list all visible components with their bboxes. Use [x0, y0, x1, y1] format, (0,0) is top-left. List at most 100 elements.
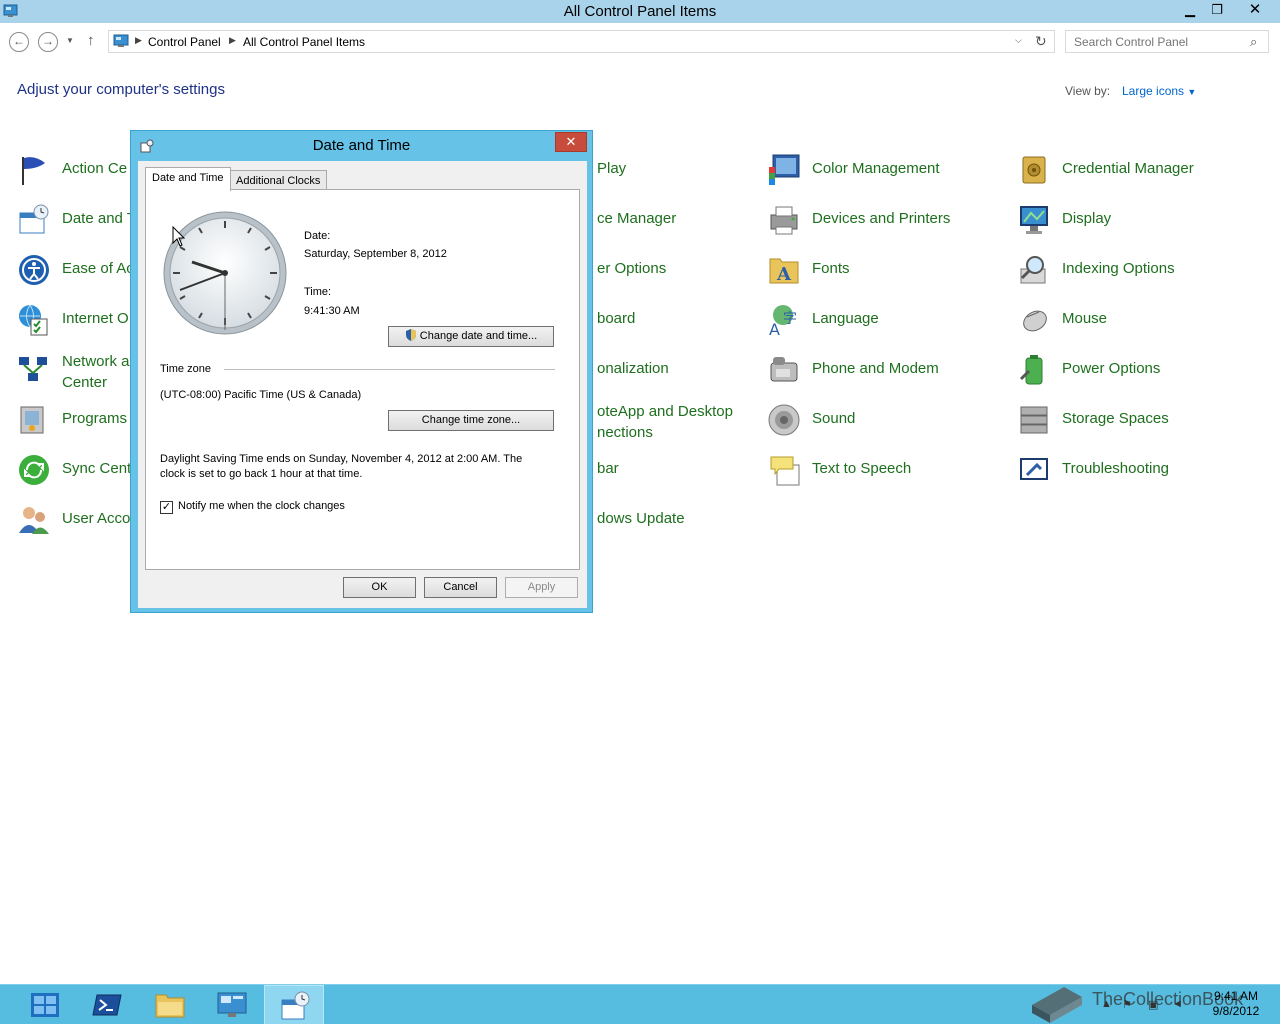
- address-bar[interactable]: ▶ Control Panel ▶ All Control Panel Item…: [108, 30, 1055, 53]
- item-label: Credential Manager: [1062, 160, 1194, 177]
- breadcrumb-separator-icon[interactable]: ▶: [135, 35, 142, 46]
- storage-icon: [1020, 406, 1048, 434]
- svg-text:字: 字: [783, 311, 797, 327]
- view-by-label: View by:: [1065, 84, 1111, 98]
- item-label: Language: [812, 310, 879, 327]
- change-time-zone-button[interactable]: Change time zone...: [388, 410, 554, 431]
- notify-label[interactable]: Notify me when the clock changes: [178, 500, 345, 512]
- control-panel-icon: [217, 992, 247, 1017]
- refresh-icon[interactable]: ↻: [1035, 33, 1047, 50]
- book-icon: [1032, 987, 1082, 1023]
- dst-notice-line-1: Daylight Saving Time ends on Sunday, Nov…: [160, 453, 523, 465]
- taskbar-clock[interactable]: 9:41 AM 9/8/2012: [1196, 989, 1276, 1019]
- page-title: Adjust your computer's settings: [17, 81, 225, 98]
- forward-button[interactable]: →: [38, 32, 58, 52]
- chevron-down-icon: ▼: [1187, 87, 1197, 97]
- printer-icon: [770, 206, 798, 235]
- search-icon[interactable]: ⌕: [1250, 34, 1257, 50]
- action-center-flag-icon[interactable]: ⚑: [1122, 998, 1132, 1011]
- clock-time: 9:41 AM: [1213, 989, 1259, 1003]
- date-label: Date:: [304, 230, 331, 242]
- item-label: oteApp and Desktop nections: [597, 401, 733, 443]
- item-label: Indexing Options: [1062, 260, 1175, 277]
- language-icon: A字: [769, 305, 797, 337]
- item-label: Storage Spaces: [1062, 410, 1169, 427]
- taskbar: TheCollectionBook ▲ ⚑ ▣ ◄ 9:41 AM 9/8/20…: [0, 984, 1280, 1024]
- network-status-icon[interactable]: ▣: [1148, 998, 1158, 1011]
- tab-additional-clocks[interactable]: Additional Clocks: [229, 170, 328, 190]
- taskbar-control-panel[interactable]: [202, 985, 262, 1024]
- action-center-flag-icon: [22, 157, 45, 185]
- breadcrumb-separator-icon[interactable]: ▶: [229, 35, 236, 46]
- item-label: Display: [1062, 210, 1112, 227]
- battery-icon: [1019, 355, 1043, 385]
- apply-button[interactable]: Apply: [505, 577, 578, 598]
- search-box[interactable]: ⌕: [1065, 30, 1269, 53]
- troubleshooting-icon: [1020, 458, 1048, 480]
- tab-panel: Date: Saturday, September 8, 2012 Time: …: [145, 189, 580, 570]
- divider: [224, 369, 555, 370]
- navigation-bar: ← → ▼ ↑ ▶ Control Panel ▶ All Control Pa…: [0, 23, 1280, 59]
- date-and-time-dialog: Date and Time ✕ Date and Time Additional…: [130, 130, 593, 613]
- calendar-icon: [19, 204, 49, 234]
- change-date-and-time-label: Change date and time...: [419, 330, 538, 342]
- search-input[interactable]: [1066, 31, 1246, 52]
- dialog-client-area: Date and Time Additional Clocks Date: Sa…: [138, 161, 587, 608]
- recent-locations-dropdown[interactable]: ▼: [66, 36, 74, 45]
- item-label: Network a Center: [62, 351, 130, 393]
- svg-text:A: A: [776, 264, 792, 285]
- monitor-icon: [1020, 206, 1048, 234]
- up-button[interactable]: ↑: [87, 32, 95, 49]
- network-icon: [19, 357, 47, 381]
- tab-date-and-time[interactable]: Date and Time: [145, 167, 231, 191]
- taskbar-file-explorer[interactable]: [140, 985, 200, 1024]
- ok-button[interactable]: OK: [343, 577, 416, 598]
- vault-icon: [1022, 156, 1046, 184]
- show-hidden-icons-icon[interactable]: ▲: [1101, 998, 1112, 1010]
- item-label: Power Options: [1062, 360, 1161, 377]
- close-window-button[interactable]: ✕: [1232, 0, 1278, 21]
- mouse-cursor-icon: [172, 226, 186, 247]
- view-by-dropdown[interactable]: Large icons ▼: [1122, 84, 1196, 98]
- minimize-button[interactable]: ▁: [1177, 0, 1203, 21]
- cancel-button[interactable]: Cancel: [424, 577, 497, 598]
- item-label: Sync Cent: [62, 460, 132, 477]
- taskbar-date-and-time[interactable]: [264, 985, 324, 1024]
- restore-button[interactable]: ❐: [1204, 0, 1230, 21]
- color-management-icon: [769, 154, 800, 185]
- speaker-icon[interactable]: ◄: [1172, 998, 1183, 1010]
- item-label: User Acco: [62, 510, 131, 527]
- item-label: Phone and Modem: [812, 360, 939, 377]
- time-value: 9:41:30 AM: [304, 305, 360, 317]
- item-label: Color Management: [812, 160, 940, 177]
- mouse-icon: [1023, 310, 1047, 332]
- back-button[interactable]: ←: [9, 32, 29, 52]
- control-panel-icon: [113, 34, 129, 47]
- breadcrumb-all-items[interactable]: All Control Panel Items: [243, 35, 365, 49]
- item-label: Fonts: [812, 260, 850, 277]
- item-label: Devices and Printers: [812, 210, 951, 227]
- time-zone-value: (UTC-08:00) Pacific Time (US & Canada): [160, 389, 362, 401]
- calendar-icon: [281, 991, 310, 1020]
- user-accounts-icon: [19, 507, 49, 534]
- dialog-close-button[interactable]: ✕: [555, 132, 587, 152]
- sync-center-icon: [19, 455, 49, 485]
- change-date-and-time-button[interactable]: Change date and time...: [388, 326, 554, 347]
- taskbar-server-manager[interactable]: [15, 985, 75, 1024]
- item-label: Internet O: [62, 310, 129, 327]
- item-label: ce Manager: [597, 210, 677, 227]
- folder-icon: [155, 994, 185, 1018]
- address-dropdown-icon[interactable]: ⌵: [1015, 35, 1022, 46]
- item-label: dows Update: [597, 510, 685, 527]
- item-label: Troubleshooting: [1062, 460, 1170, 477]
- powershell-icon: [92, 994, 122, 1016]
- breadcrumb-control-panel[interactable]: Control Panel: [148, 35, 221, 49]
- ease-of-access-icon: [19, 255, 49, 285]
- magnifier-icon: [1020, 256, 1046, 284]
- notify-checkbox[interactable]: ✓: [160, 501, 173, 514]
- svg-text:A: A: [769, 320, 780, 337]
- speech-bubble-icon: [770, 456, 800, 486]
- phone-icon: [770, 357, 798, 382]
- item-label-line-2: Center: [62, 374, 108, 391]
- taskbar-powershell[interactable]: [77, 985, 137, 1024]
